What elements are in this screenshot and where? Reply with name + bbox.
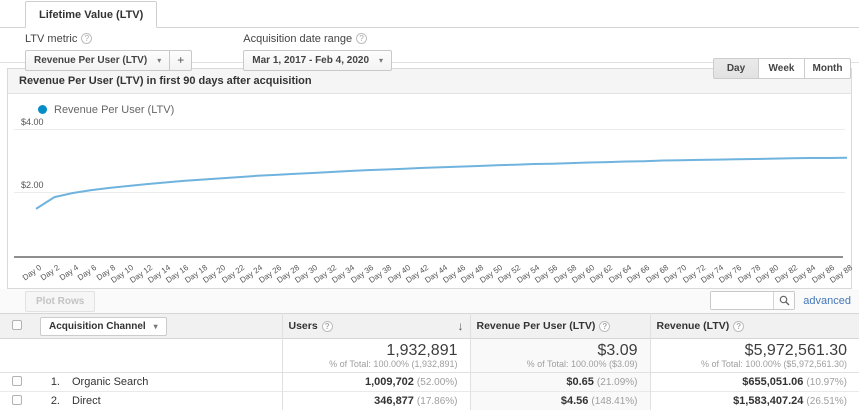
- help-icon[interactable]: ?: [733, 320, 745, 332]
- help-icon[interactable]: ?: [81, 33, 93, 44]
- dimension-dropdown[interactable]: Acquisition Channel ▾: [40, 316, 167, 336]
- row-index: 2.: [50, 395, 60, 407]
- row-index: 1.: [50, 376, 60, 388]
- help-icon[interactable]: ?: [356, 33, 368, 44]
- revenue-ltv-value: $655,051.06: [742, 376, 804, 388]
- total-users: 1,932,891: [386, 341, 458, 359]
- total-revenue-per-user: $3.09: [597, 341, 638, 359]
- channel-name: Direct: [72, 395, 101, 407]
- chart-plot: $2.00 $4.00 Day 0 Day 2 Day 4 Day 6 Day 8 Day 1…: [8, 116, 854, 288]
- chart-line: [35, 156, 848, 210]
- revenue-ltv-pct: (26.51%): [806, 396, 847, 407]
- column-header-acquisition-channel: Acquisition Channel: [49, 320, 146, 332]
- total-users-pct: % of Total: 100.00% (1,932,891): [329, 358, 458, 369]
- chevron-down-icon: ▾: [153, 321, 158, 331]
- granularity-toggle: Day Week Month: [713, 58, 851, 79]
- revenue-per-user-pct: (21.09%): [596, 377, 638, 388]
- controls-bar: LTV metric? Revenue Per User (LTV) ▾ + A…: [0, 28, 859, 79]
- plot-rows-button[interactable]: Plot Rows: [25, 291, 96, 312]
- chevron-down-icon: ▾: [379, 56, 384, 65]
- ltv-metric-dropdown[interactable]: Revenue Per User (LTV) ▾: [25, 50, 171, 71]
- users-value: 1,009,702: [364, 376, 414, 388]
- table-row[interactable]: 1. Organic Search 1,009,702 (52.00%) $0.65…: [0, 372, 859, 392]
- column-header-revenue-ltv[interactable]: Revenue (LTV): [657, 320, 730, 332]
- help-icon[interactable]: ?: [599, 320, 611, 332]
- table-toolbar: Plot Rows advanced: [0, 289, 859, 313]
- select-all-checkbox[interactable]: [12, 319, 22, 330]
- ltv-metric-label: LTV metric?: [25, 33, 192, 45]
- totals-row: 1,932,891 % of Total: 100.00% (1,932,891…: [0, 338, 859, 373]
- revenue-ltv-pct: (10.97%): [806, 377, 847, 388]
- legend-dot-icon: [38, 105, 47, 114]
- ltv-metric-control: LTV metric? Revenue Per User (LTV) ▾ +: [25, 33, 193, 71]
- granularity-month-button[interactable]: Month: [805, 58, 851, 79]
- channel-name: Organic Search: [72, 376, 149, 388]
- tab-bar: Lifetime Value (LTV): [0, 0, 859, 28]
- date-range-label-text: Acquisition date range: [243, 33, 353, 45]
- ltv-metric-label-text: LTV metric: [25, 33, 78, 45]
- legend-label: Revenue Per User (LTV): [54, 103, 175, 116]
- column-header-revenue-per-user[interactable]: Revenue Per User (LTV): [477, 320, 596, 332]
- users-pct: (52.00%): [416, 377, 458, 388]
- total-revenue-ltv-pct: % of Total: 100.00% ($5,972,561.30): [701, 358, 847, 369]
- tab-lifetime-value[interactable]: Lifetime Value (LTV): [25, 1, 158, 28]
- date-range-dropdown[interactable]: Mar 1, 2017 - Feb 4, 2020 ▾: [243, 50, 393, 71]
- help-icon[interactable]: ?: [321, 320, 333, 332]
- row-checkbox[interactable]: [12, 375, 22, 386]
- total-revenue-ltv: $5,972,561.30: [744, 341, 847, 359]
- users-value: 346,877: [374, 395, 414, 407]
- chart-legend: Revenue Per User (LTV): [8, 94, 851, 116]
- row-checkbox[interactable]: [12, 394, 22, 405]
- revenue-ltv-value: $1,583,407.24: [733, 395, 804, 407]
- granularity-day-button[interactable]: Day: [713, 58, 759, 79]
- add-metric-button[interactable]: +: [170, 50, 193, 71]
- column-header-users[interactable]: Users: [289, 320, 318, 332]
- sort-descending-icon[interactable]: ↓: [458, 319, 464, 333]
- date-range-label: Acquisition date range?: [243, 33, 392, 45]
- ltv-metric-value: Revenue Per User (LTV): [34, 55, 148, 66]
- total-revenue-per-user-pct: % of Total: 100.00% ($3.09): [526, 358, 638, 369]
- chevron-down-icon: ▾: [157, 56, 162, 65]
- advanced-search-link[interactable]: advanced: [803, 295, 851, 307]
- table-search: [710, 291, 796, 310]
- search-icon[interactable]: [773, 292, 795, 309]
- table-header-row: Acquisition Channel ▾ Users ? ↓ Revenue …: [0, 313, 859, 339]
- revenue-per-user-value: $4.56: [560, 395, 589, 407]
- revenue-per-user-value: $0.65: [566, 376, 594, 388]
- chart-card: Revenue Per User (LTV) in first 90 days …: [7, 68, 854, 289]
- revenue-per-user-pct: (148.41%): [591, 396, 638, 407]
- search-input[interactable]: [711, 292, 774, 309]
- date-range-control: Acquisition date range? Mar 1, 2017 - Fe…: [243, 33, 393, 71]
- date-range-value: Mar 1, 2017 - Feb 4, 2020: [252, 55, 369, 66]
- users-pct: (17.86%): [416, 396, 458, 407]
- ltv-table: Acquisition Channel ▾ Users ? ↓ Revenue …: [0, 313, 859, 410]
- granularity-week-button[interactable]: Week: [759, 58, 805, 79]
- table-row[interactable]: 2. Direct 346,877 (17.86%) $4.56 (148.41%) …: [0, 391, 859, 410]
